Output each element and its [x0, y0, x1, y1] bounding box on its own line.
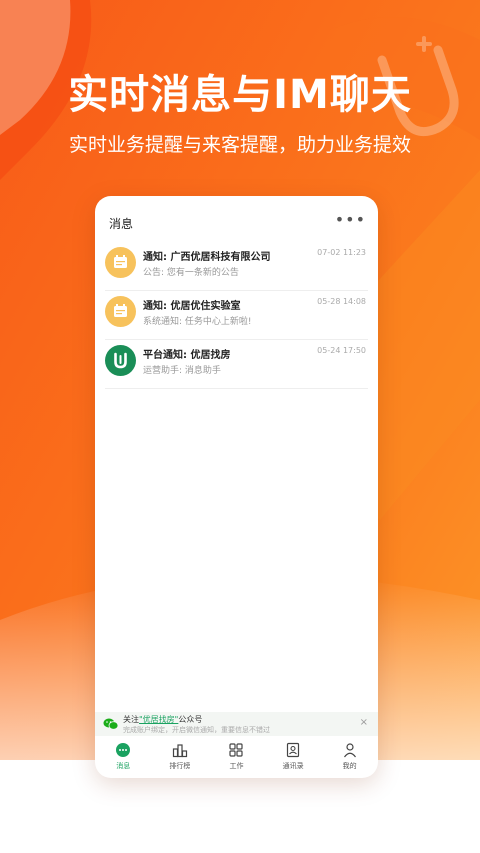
hero-subtitle: 实时业务提醒与来客提醒，助力业务提效 — [68, 134, 411, 156]
user-icon — [343, 743, 356, 758]
banner-headline: 关注"优居找房"公众号 — [123, 714, 202, 725]
calendar-icon — [105, 296, 136, 327]
brand-u-icon — [105, 345, 136, 376]
message-time: 05-28 14:08 — [317, 297, 366, 306]
wechat-icon — [103, 718, 119, 730]
message-time: 05-24 17:50 — [317, 346, 366, 355]
tab-label: 排行榜 — [169, 762, 191, 770]
list-item[interactable]: 通知: 优居优住实验室 系统通知: 任务中心上新啦! 05-28 14:08 — [105, 291, 368, 340]
message-preview: 公告: 您有一条新的公告 — [143, 268, 239, 278]
message-preview: 系统通知: 任务中心上新啦! — [143, 317, 252, 327]
message-time: 07-02 11:23 — [317, 248, 366, 257]
chat-icon — [116, 743, 131, 757]
phone-mockup: 消息 ••• 通知: 广西优居科技有限公司 公告: 您有一条新的公告 07-02… — [95, 196, 378, 778]
tab-work[interactable]: 工作 — [208, 736, 265, 778]
banner-description: 完成账户绑定，开启微信通知，重要信息不错过 — [123, 726, 270, 734]
hero-title: 实时消息与IM聊天 — [68, 72, 412, 118]
contacts-icon — [286, 742, 300, 758]
message-preview: 运营助手: 消息助手 — [143, 366, 221, 376]
list-item[interactable]: 平台通知: 优居找房 运营助手: 消息助手 05-24 17:50 — [105, 340, 368, 389]
bottom-tab-bar: 消息 排行榜 工作 通讯录 我的 — [95, 736, 378, 778]
close-icon[interactable]: × — [360, 717, 368, 728]
calendar-icon — [105, 247, 136, 278]
banner-link[interactable]: "优居找房" — [139, 715, 178, 724]
tab-profile[interactable]: 我的 — [321, 736, 378, 778]
tab-label: 我的 — [342, 762, 357, 770]
message-title: 通知: 广西优居科技有限公司 — [143, 252, 271, 263]
tab-label: 消息 — [116, 762, 131, 770]
tab-ranking[interactable]: 排行榜 — [152, 736, 209, 778]
ranking-icon — [172, 744, 187, 758]
tab-messages[interactable]: 消息 — [95, 736, 152, 778]
message-title: 平台通知: 优居找房 — [143, 350, 231, 361]
more-horizontal-icon[interactable]: ••• — [335, 210, 366, 229]
banner-prefix: 关注 — [123, 715, 139, 724]
grid-icon — [229, 743, 244, 757]
banner-suffix: 公众号 — [178, 715, 203, 724]
message-list: 通知: 广西优居科技有限公司 公告: 您有一条新的公告 07-02 11:23 … — [95, 242, 378, 389]
messages-header: 消息 ••• — [95, 196, 378, 240]
tab-label: 工作 — [229, 762, 244, 770]
list-item[interactable]: 通知: 广西优居科技有限公司 公告: 您有一条新的公告 07-02 11:23 — [105, 242, 368, 291]
page-title: 消息 — [109, 217, 134, 231]
tab-contacts[interactable]: 通讯录 — [265, 736, 322, 778]
message-title: 通知: 优居优住实验室 — [143, 301, 241, 312]
wechat-follow-banner[interactable]: 关注"优居找房"公众号 完成账户绑定，开启微信通知，重要信息不错过 × — [95, 712, 378, 736]
tab-label: 通讯录 — [282, 762, 304, 770]
